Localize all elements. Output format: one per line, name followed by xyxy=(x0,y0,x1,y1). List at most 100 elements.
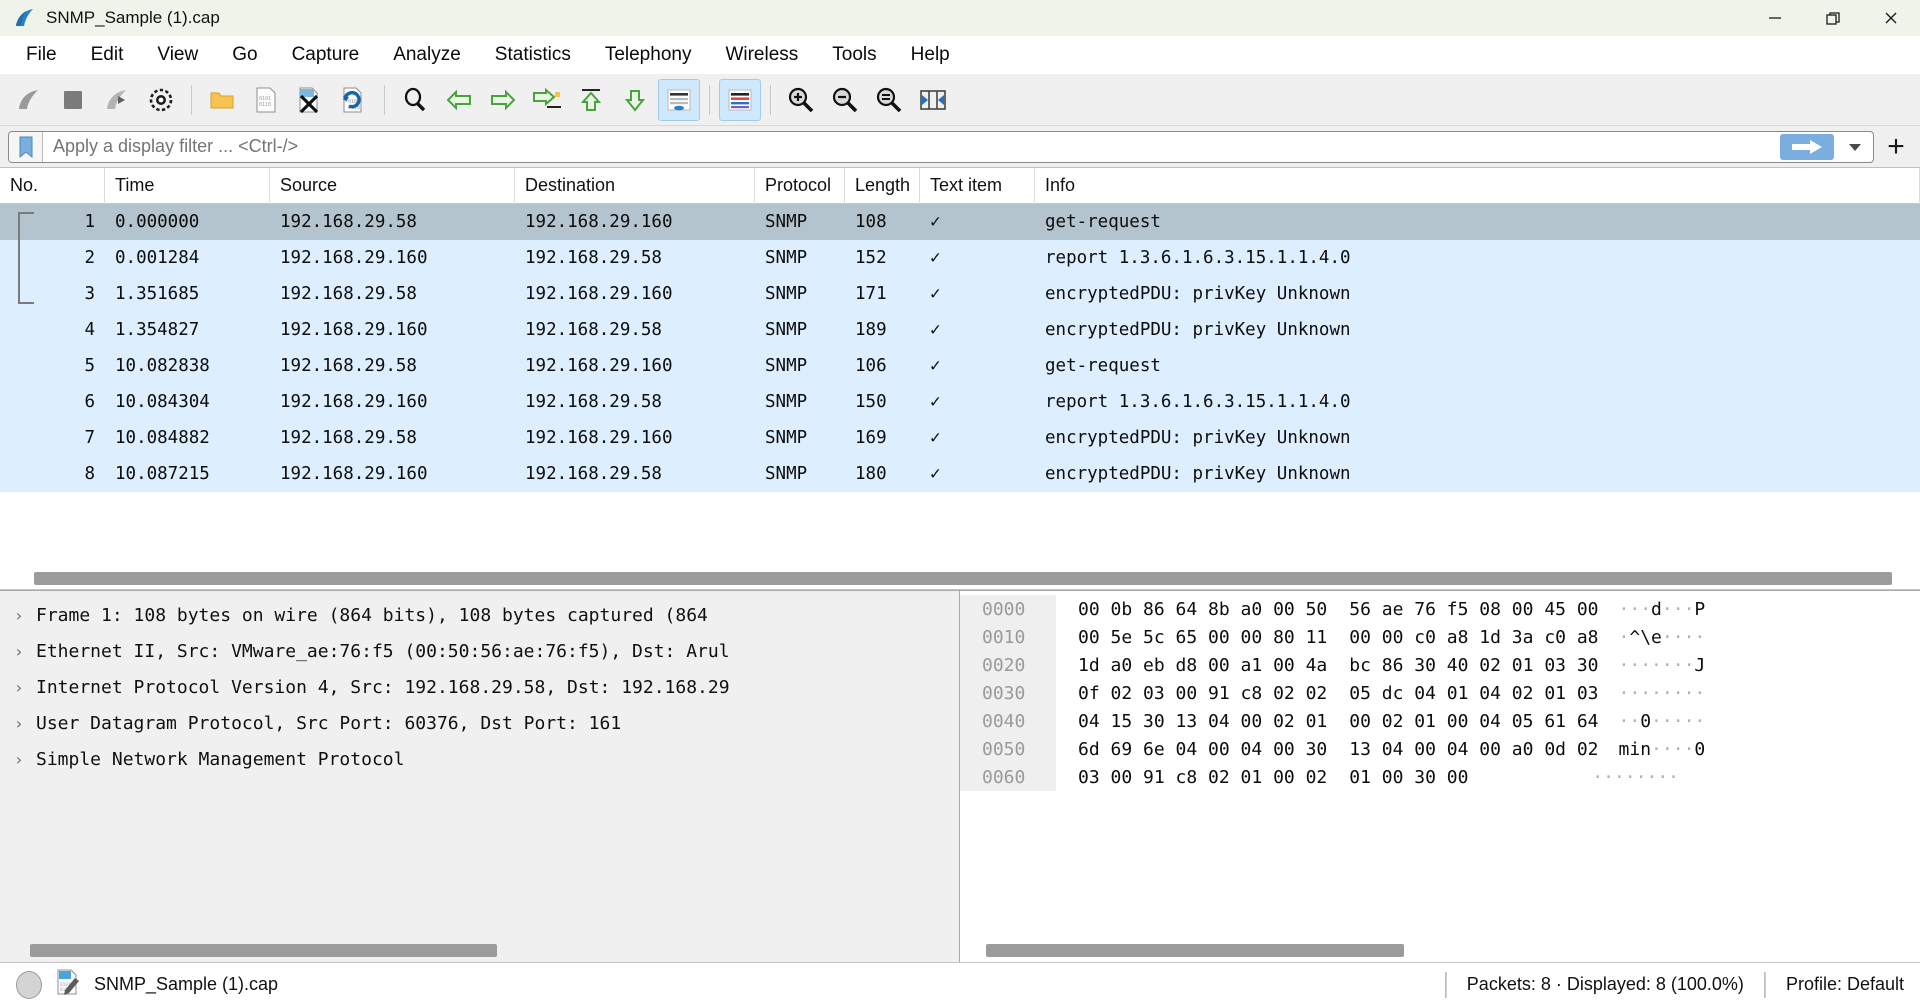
search-input[interactable] xyxy=(43,131,1780,162)
chevron-down-icon[interactable] xyxy=(1837,133,1873,161)
zoom-in-icon[interactable] xyxy=(780,79,822,121)
column-header-length[interactable]: Length xyxy=(845,167,920,204)
column-header-source[interactable]: Source xyxy=(270,167,515,204)
detail-row[interactable]: › User Datagram Protocol, Src Port: 60376… xyxy=(0,705,959,741)
bookmark-icon[interactable] xyxy=(9,131,43,162)
column-header-info[interactable]: Info xyxy=(1035,167,1920,204)
colorize-packets-icon[interactable] xyxy=(719,78,761,121)
hex-offset: 0030 xyxy=(960,679,1056,707)
zoom-reset-icon[interactable] xyxy=(868,79,910,121)
display-filter-bar: + xyxy=(0,126,1920,168)
packet-cell-source: 192.168.29.160 xyxy=(280,392,428,412)
packet-bytes-hscrollbar-track[interactable] xyxy=(960,940,1920,962)
minimize-button[interactable] xyxy=(1746,0,1804,36)
packet-bytes-hscrollbar-thumb[interactable] xyxy=(986,944,1404,957)
menu-item-statistics[interactable]: Statistics xyxy=(479,38,587,72)
packet-cell-textitem: ✓ xyxy=(930,248,941,268)
menu-item-wireless[interactable]: Wireless xyxy=(709,38,814,72)
detail-row[interactable]: › Frame 1: 108 bytes on wire (864 bits), … xyxy=(0,597,959,633)
close-file-x-icon[interactable] xyxy=(289,79,331,121)
packet-cell-time: 10.087215 xyxy=(115,464,210,484)
expert-info-circle-icon[interactable] xyxy=(16,970,42,999)
menu-item-help[interactable]: Help xyxy=(895,38,966,72)
packet-list-rows[interactable]: 1 0.000000 192.168.29.58 192.168.29.160 SNMP… xyxy=(0,204,1920,569)
menu-item-file[interactable]: File xyxy=(10,38,73,72)
goto-packet-icon[interactable] xyxy=(526,79,568,121)
display-filter-box[interactable] xyxy=(8,130,1874,163)
resize-columns-icon[interactable] xyxy=(912,79,954,121)
menu-item-view[interactable]: View xyxy=(141,38,214,72)
packet-row[interactable]: 2 0.001284 192.168.29.160 192.168.29.58 SNMP… xyxy=(0,240,1920,276)
arrow-down-bottom-icon[interactable] xyxy=(614,79,656,121)
arrow-left-icon[interactable] xyxy=(438,79,480,121)
packet-row[interactable]: 7 10.084882 192.168.29.58 192.168.29.160 SNM… xyxy=(0,420,1920,456)
column-header-protocol[interactable]: Protocol xyxy=(755,167,845,204)
hex-row[interactable]: 0000 00 0b 86 64 8b a0 00 50 56 ae 76 f5 0… xyxy=(960,595,1920,623)
menu-item-telephony[interactable]: Telephony xyxy=(589,38,708,72)
magnifier-icon[interactable] xyxy=(394,79,436,121)
packet-list-hscrollbar-thumb[interactable] xyxy=(34,572,1892,585)
packet-cell-length: 189 xyxy=(855,320,887,340)
chevron-right-icon[interactable]: › xyxy=(14,606,36,625)
detail-row[interactable]: › Ethernet II, Src: VMware_ae:76:f5 (00:5… xyxy=(0,633,959,669)
packet-row[interactable]: 5 10.082838 192.168.29.58 192.168.29.160 SNM… xyxy=(0,348,1920,384)
column-header-destination[interactable]: Destination xyxy=(515,167,755,204)
packet-cell-source: 192.168.29.58 xyxy=(280,356,417,376)
column-header-time[interactable]: Time xyxy=(105,167,270,204)
gear-icon[interactable] xyxy=(140,79,182,121)
packet-row[interactable]: 4 1.354827 192.168.29.160 192.168.29.58 SNMP… xyxy=(0,312,1920,348)
column-header-no[interactable]: No. xyxy=(0,167,105,204)
menu-item-analyze[interactable]: Analyze xyxy=(377,38,477,72)
hex-row[interactable]: 0010 00 5e 5c 65 00 00 80 11 00 00 c0 a8 1… xyxy=(960,623,1920,651)
packet-list-hscrollbar-track[interactable] xyxy=(0,569,1920,589)
stop-capture-button[interactable] xyxy=(52,79,94,121)
start-capture-button[interactable] xyxy=(8,79,50,121)
column-header-textitem[interactable]: Text item xyxy=(920,167,1035,204)
hex-row[interactable]: 0030 0f 02 03 00 91 c8 02 02 05 dc 04 01 0… xyxy=(960,679,1920,707)
chevron-right-icon[interactable]: › xyxy=(14,678,36,697)
detail-row[interactable]: › Simple Network Management Protocol xyxy=(0,741,959,777)
hex-row[interactable]: 0050 6d 69 6e 04 00 04 00 30 13 04 00 04 0… xyxy=(960,735,1920,763)
packet-cell-source: 192.168.29.160 xyxy=(280,464,428,484)
window-controls xyxy=(1746,0,1920,36)
capture-file-comment-icon[interactable]: 01010110 xyxy=(56,968,80,1001)
menu-item-capture[interactable]: Capture xyxy=(276,38,376,72)
packet-row[interactable]: 6 10.084304 192.168.29.160 192.168.29.58 SNM… xyxy=(0,384,1920,420)
packet-row[interactable]: 1 0.000000 192.168.29.58 192.168.29.160 SNMP… xyxy=(0,204,1920,240)
save-file-button[interactable]: 0101 0110 xyxy=(245,79,287,121)
menu-item-edit[interactable]: Edit xyxy=(75,38,140,72)
hex-row[interactable]: 0040 04 15 30 13 04 00 02 01 00 02 01 00 0… xyxy=(960,707,1920,735)
packet-cell-protocol: SNMP xyxy=(765,284,808,304)
packet-details-pane: › Frame 1: 108 bytes on wire (864 bits), … xyxy=(0,590,960,962)
hex-row[interactable]: 0060 03 00 91 c8 02 01 00 02 01 00 30 00 ··… xyxy=(960,763,1920,791)
toolbar-separator xyxy=(709,84,710,115)
detail-row[interactable]: › Internet Protocol Version 4, Src: 192.1… xyxy=(0,669,959,705)
zoom-out-icon[interactable] xyxy=(824,79,866,121)
hex-row[interactable]: 0020 1d a0 eb d8 00 a1 00 4a bc 86 30 40 0… xyxy=(960,651,1920,679)
chevron-right-icon[interactable]: › xyxy=(14,642,36,661)
chevron-right-icon[interactable]: › xyxy=(14,714,36,733)
packet-row[interactable]: 3 1.351685 192.168.29.58 192.168.29.160 SNMP… xyxy=(0,276,1920,312)
packet-row[interactable]: 8 10.087215 192.168.29.160 192.168.29.58 SNM… xyxy=(0,456,1920,492)
status-profile[interactable]: Profile: Default xyxy=(1786,974,1920,995)
apply-filter-button[interactable] xyxy=(1780,133,1834,160)
packet-details-rows[interactable]: › Frame 1: 108 bytes on wire (864 bits), … xyxy=(0,591,959,940)
packet-details-hscrollbar-track[interactable] xyxy=(0,940,959,962)
add-filter-button[interactable]: + xyxy=(1880,131,1912,162)
hex-ascii: ··0····· xyxy=(1618,710,1706,732)
menu-item-tools[interactable]: Tools xyxy=(816,38,892,72)
chevron-right-icon[interactable]: › xyxy=(14,750,36,769)
restore-button[interactable] xyxy=(1804,0,1862,36)
restart-capture-button[interactable] xyxy=(96,79,138,121)
reload-file-button[interactable]: 0101 0110 xyxy=(333,79,375,121)
packet-cell-info: encryptedPDU: privKey Unknown xyxy=(1045,464,1351,484)
arrow-up-top-icon[interactable] xyxy=(570,79,612,121)
open-file-button[interactable] xyxy=(201,79,243,121)
menu-item-go[interactable]: Go xyxy=(216,38,273,72)
packet-details-hscrollbar-thumb[interactable] xyxy=(30,944,498,957)
packet-bytes-rows[interactable]: 0000 00 0b 86 64 8b a0 00 50 56 ae 76 f5 0… xyxy=(960,591,1920,940)
auto-scroll-icon[interactable] xyxy=(658,78,700,121)
arrow-right-icon[interactable] xyxy=(482,79,524,121)
packet-cell-destination: 192.168.29.58 xyxy=(525,392,662,412)
close-button[interactable] xyxy=(1862,0,1920,36)
